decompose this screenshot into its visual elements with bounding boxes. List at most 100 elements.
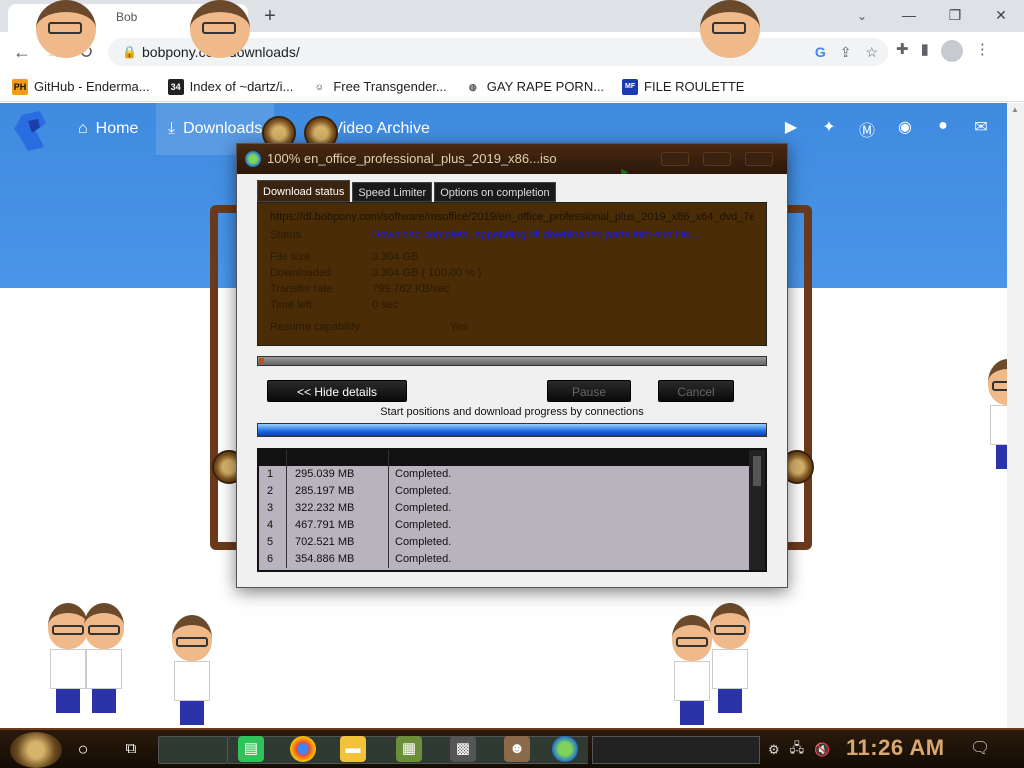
table-row[interactable]: 3 322.232 MB Completed. <box>259 500 765 517</box>
site-logo-icon[interactable] <box>10 107 58 155</box>
task-view-icon[interactable]: ⧉ <box>118 736 144 762</box>
scroll-up-icon[interactable]: ▲ <box>1011 105 1020 115</box>
cell-size: 322.232 MB <box>287 500 389 517</box>
tray-chevron-icon[interactable]: ⚙ <box>768 742 780 758</box>
app-character-icon[interactable]: ☻ <box>504 736 530 762</box>
lock-icon[interactable]: 🔒 <box>122 38 137 66</box>
search-circle-icon[interactable]: ○ <box>70 736 96 762</box>
taskbar-search-box[interactable] <box>158 736 228 764</box>
bookmark-item[interactable]: ☺ Free Transgender... <box>311 79 447 95</box>
browser-toolbar: ← → ↻ 🔒 bobpony.com/downloads/ G ⇪ ☆ ✚ ▮… <box>0 32 1024 72</box>
mail-icon[interactable]: ✉ <box>971 117 991 141</box>
cell-size: 354.886 MB <box>287 551 389 568</box>
table-scrollbar[interactable] <box>749 450 765 570</box>
scroll-thumb[interactable] <box>753 456 761 486</box>
table-row[interactable]: 1 295.039 MB Completed. <box>259 466 765 483</box>
share-icon[interactable]: ⇪ <box>840 38 852 66</box>
table-row[interactable]: 2 285.197 MB Completed. <box>259 483 765 500</box>
new-tab-button[interactable]: + <box>258 4 282 28</box>
hide-details-button[interactable]: << Hide details <box>267 380 407 402</box>
table-row[interactable]: 6 354.886 MB Completed. <box>259 551 765 568</box>
profile-avatar[interactable] <box>940 40 963 62</box>
desktop: Bob + ⌄ — ❐ ✕ ← → ↻ 🔒 bobpony.com/downlo… <box>0 0 1024 768</box>
status-value: Download complete, appending all downloa… <box>372 229 699 241</box>
field-row: Resume capability Yes <box>270 319 754 335</box>
idm-taskbar-icon[interactable] <box>552 736 578 762</box>
dialog-window-controls <box>661 152 773 166</box>
download-url: https://dl.bobpony.com/software/msoffice… <box>270 211 754 223</box>
menu-icon[interactable]: ⋮ <box>975 40 990 62</box>
google-icon[interactable]: G <box>815 38 826 66</box>
dialog-close-button[interactable] <box>745 152 773 166</box>
youtube-icon[interactable]: ▶ <box>781 117 801 141</box>
back-icon[interactable]: ← <box>10 40 34 64</box>
cell-number: 1 <box>259 466 287 483</box>
tab-options-on-completion[interactable]: Options on completion <box>434 182 556 202</box>
field-row: File size 3.304 GB <box>270 249 754 265</box>
character-sprite <box>48 603 88 713</box>
download-icon: ⤓ <box>168 120 176 137</box>
volume-muted-icon[interactable]: 🔇 <box>814 742 830 758</box>
twitter-icon[interactable]: ✦ <box>819 117 839 141</box>
discord-icon[interactable]: ◉ <box>895 117 915 141</box>
cell-number: 2 <box>259 483 287 500</box>
folder-index-icon: 34 <box>167 78 184 95</box>
cell-info: Completed. <box>395 536 452 548</box>
nav-home[interactable]: ⌂ Home <box>66 103 150 155</box>
start-button[interactable] <box>10 732 62 768</box>
extensions-icon[interactable]: ✚ <box>896 40 909 62</box>
restore-icon[interactable]: ❐ <box>932 0 978 32</box>
nav-label: Downloads <box>183 120 263 137</box>
file-explorer-icon[interactable]: ▬ <box>340 736 366 762</box>
dialog-title: 100% en_office_professional_plus_2019_x8… <box>267 151 557 166</box>
download-dialog: 100% en_office_professional_plus_2019_x8… <box>236 143 788 588</box>
minecraft-icon[interactable]: ▦ <box>396 736 422 762</box>
status-row: Status Download complete, appending all d… <box>270 227 754 243</box>
table-row[interactable]: 4 467.791 MB Completed. <box>259 517 765 534</box>
field-value: 3.304 GB <box>372 251 419 263</box>
minimize-icon[interactable]: — <box>886 0 932 32</box>
chrome-icon[interactable] <box>290 736 316 762</box>
bookmark-item[interactable]: ◍ GAY RAPE PORN... <box>465 79 604 95</box>
connections-progress-bar <box>257 423 767 437</box>
mastodon-icon[interactable]: Ⓜ <box>857 117 877 141</box>
dialog-maximize-button[interactable] <box>703 152 731 166</box>
taskbar-clock[interactable]: 11:26 AM <box>846 735 945 761</box>
page-scrollbar[interactable]: ▲ <box>1007 103 1024 728</box>
extension-icons: ✚ ▮ ⋮ <box>896 40 990 62</box>
file-roulette-icon: MF <box>622 78 639 95</box>
omnibox-icons: G ⇪ ☆ <box>815 38 878 66</box>
github-icon[interactable]: ● <box>933 117 953 141</box>
network-icon[interactable]: 🖧 <box>790 739 805 761</box>
bookmark-star-icon[interactable]: ☆ <box>865 38 878 66</box>
bookmark-item[interactable]: MF FILE ROULETTE <box>622 78 744 95</box>
cancel-button[interactable]: Cancel <box>658 380 734 402</box>
dialog-minimize-button[interactable] <box>661 152 689 166</box>
cell-info: Completed. <box>395 485 452 497</box>
progress-fill <box>258 357 766 365</box>
nav-label: Video Archive <box>332 120 430 137</box>
pause-button[interactable]: Pause <box>547 380 631 402</box>
dialog-titlebar[interactable]: 100% en_office_professional_plus_2019_x8… <box>237 144 787 174</box>
app-icon[interactable]: ▩ <box>450 736 476 762</box>
tab-speed-limiter[interactable]: Speed Limiter <box>352 182 433 202</box>
cell-info: Completed. <box>395 502 452 514</box>
social-links: ▶ ✦ Ⓜ ◉ ● ✉ <box>781 117 991 141</box>
connections-caption: Start positions and download progress by… <box>380 406 644 418</box>
table-row[interactable]: 5 702.521 MB Completed. <box>259 534 765 551</box>
bookmark-item[interactable]: PH GitHub - Enderma... <box>12 78 150 95</box>
notes-app-icon[interactable]: ▤ <box>238 736 264 762</box>
progress-marker <box>259 358 264 364</box>
cell-number: 6 <box>259 551 287 568</box>
notification-icon[interactable]: 🗨 <box>970 738 990 758</box>
character-head <box>36 0 96 58</box>
bookmark-label: GitHub - Enderma... <box>34 79 150 94</box>
field-label: Status <box>270 229 302 241</box>
bookmark-item[interactable]: 34 Index of ~dartz/i... <box>167 78 293 95</box>
close-icon[interactable]: ✕ <box>978 0 1024 32</box>
tab-download-status[interactable]: Download status <box>257 180 351 202</box>
tab-search-icon[interactable]: ⌄ <box>850 4 874 28</box>
side-panel-icon[interactable]: ▮ <box>921 40 929 62</box>
window-controls: — ❐ ✕ <box>886 0 1024 32</box>
globe-icon: ◍ <box>468 81 477 92</box>
